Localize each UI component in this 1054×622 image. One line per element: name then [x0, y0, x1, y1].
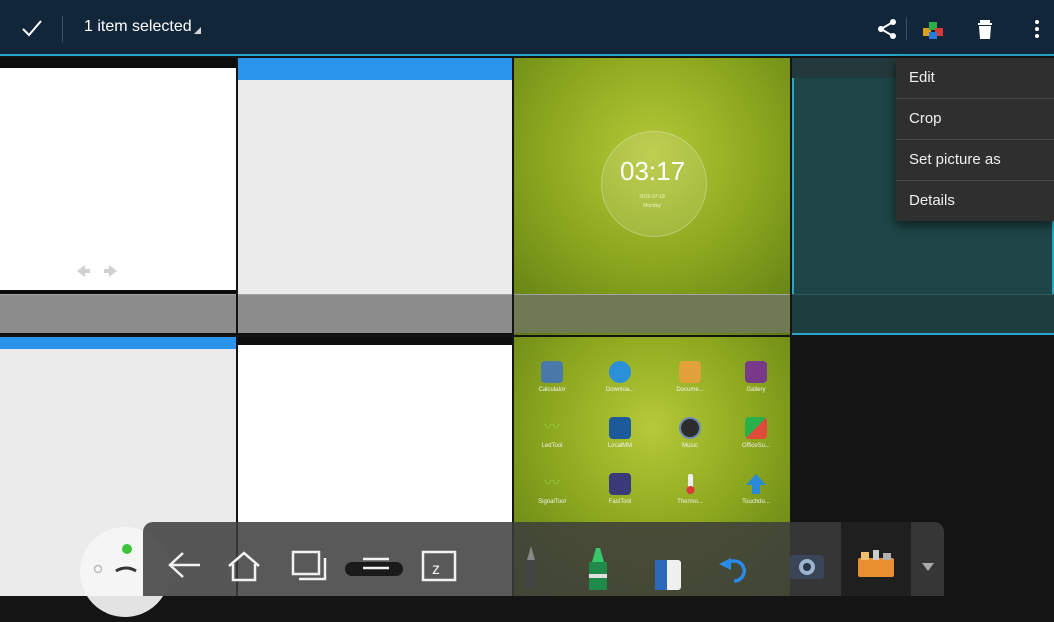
app-gallery: Gallery	[726, 361, 786, 393]
menu-item-set-picture-as[interactable]: Set picture as	[896, 140, 1054, 181]
waveform-icon: 〰	[543, 475, 560, 492]
toolbox-tab[interactable]	[841, 522, 911, 596]
gallery-icon	[745, 361, 767, 383]
overflow-menu: Edit Crop Set picture as Details	[896, 58, 1054, 221]
undo-icon[interactable]	[717, 550, 751, 584]
check-icon[interactable]	[18, 14, 46, 42]
svg-text:z: z	[432, 561, 440, 578]
share-icon[interactable]	[874, 16, 900, 42]
app-logo-icon[interactable]	[920, 16, 946, 42]
waveform-icon: 〰	[543, 419, 560, 436]
menu-item-edit[interactable]: Edit	[896, 58, 1054, 99]
menu-item-details[interactable]: Details	[896, 181, 1054, 221]
floating-toolbar: z	[143, 522, 944, 596]
back-arrow-icon[interactable]	[167, 550, 201, 580]
media-icon	[609, 417, 631, 439]
screen-switch-icon[interactable]: z	[421, 550, 457, 582]
trash-icon[interactable]	[972, 16, 998, 42]
speaker-icon	[679, 417, 701, 439]
action-bar-divider	[62, 16, 63, 42]
clock-day: Monday	[643, 203, 661, 209]
officesuite-icon	[745, 417, 767, 439]
app-calculator: Calculator	[522, 361, 582, 393]
eraser-icon[interactable]	[649, 544, 687, 592]
home-icon[interactable]	[227, 550, 261, 582]
marker-pen-icon[interactable]	[517, 542, 545, 590]
page-arrows-icon	[77, 265, 117, 277]
title-bar	[0, 337, 236, 349]
app-fasttool: FastTool	[590, 473, 650, 505]
monitor-icon	[609, 473, 631, 495]
dropdown-caret-icon	[193, 27, 201, 34]
thermometer-icon	[679, 473, 701, 495]
toolbar-strip	[238, 294, 512, 333]
toolbar-strip	[514, 294, 790, 333]
toolbar-strip	[792, 294, 1054, 333]
thumbnail-2[interactable]	[238, 58, 512, 335]
selection-count-label: 1 item selected	[84, 18, 192, 35]
app-signaltool: 〰 SignalTool	[538, 475, 566, 505]
menu-lines-icon[interactable]	[345, 554, 405, 580]
recent-apps-icon[interactable]	[291, 550, 327, 582]
toolbar-strip	[0, 294, 236, 333]
app-thermometer: Thermo...	[660, 473, 720, 505]
thumbnail-3[interactable]: 03:17 2016-07-18 Monday	[514, 58, 790, 335]
camera-icon[interactable]	[789, 552, 825, 580]
folder-icon	[679, 361, 701, 383]
calculator-icon	[541, 361, 563, 383]
clock-time: 03:17	[620, 156, 686, 186]
collapse-caret-icon[interactable]	[921, 562, 935, 572]
app-touchdo: Touchdo...	[726, 473, 786, 505]
app-downloads: Downloa...	[590, 361, 650, 393]
clock-date: 2016-07-18	[639, 194, 665, 200]
app-officesuite: OfficeSu...	[726, 417, 786, 449]
menu-item-crop[interactable]: Crop	[896, 99, 1054, 140]
action-bar-divider-2	[906, 18, 907, 40]
action-bar: 1 item selected	[0, 0, 1054, 56]
app-localmm: LocalMM	[590, 417, 650, 449]
document-page	[238, 58, 512, 294]
download-icon	[609, 361, 631, 383]
whiteboard-page	[0, 68, 236, 290]
app-documents: Docume...	[660, 361, 720, 393]
title-bar	[238, 58, 512, 80]
thumbnail-1[interactable]	[0, 58, 236, 335]
overflow-menu-icon[interactable]	[1024, 16, 1050, 42]
toolbox-icon	[858, 550, 894, 577]
up-arrow-icon	[745, 473, 767, 495]
selection-dropdown[interactable]: 1 item selected	[84, 18, 201, 36]
app-music: Music	[660, 417, 720, 449]
app-ledtool: 〰 LedTool	[541, 419, 563, 449]
highlighter-icon[interactable]	[583, 544, 613, 592]
